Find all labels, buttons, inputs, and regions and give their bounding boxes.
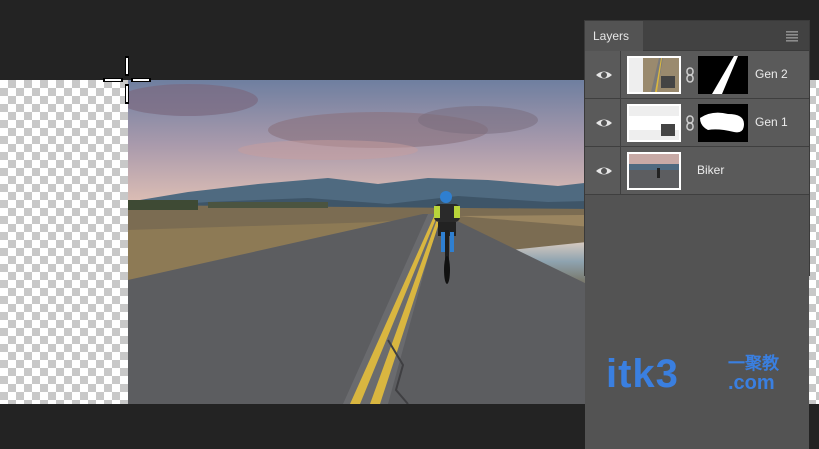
mask-shape bbox=[700, 112, 744, 133]
layer-thumbnail-image bbox=[629, 106, 679, 140]
layer-thumbnail-biker[interactable] bbox=[627, 152, 681, 190]
layer-mask-gen-1[interactable] bbox=[698, 104, 748, 142]
layer-thumbnail-image bbox=[629, 58, 679, 92]
link-chain-icon[interactable] bbox=[685, 115, 695, 131]
layer-name[interactable]: Gen 2 bbox=[755, 67, 788, 81]
layer-thumbnail-gen-2[interactable] bbox=[627, 56, 681, 94]
layer-mask-gen-2[interactable] bbox=[698, 56, 748, 94]
layer-name[interactable]: Gen 1 bbox=[755, 115, 788, 129]
layer-row-biker[interactable]: Biker bbox=[585, 147, 809, 195]
mask-shape bbox=[712, 56, 738, 94]
eye-icon[interactable] bbox=[595, 66, 613, 84]
link-chain-icon[interactable] bbox=[685, 67, 695, 83]
layers-panel: Layers Gen 2 Gen 1 Biker bbox=[584, 20, 810, 449]
layers-panel-empty-area bbox=[585, 195, 809, 449]
layer-row-gen-1[interactable]: Gen 1 bbox=[585, 99, 809, 147]
layers-panel-header: Layers bbox=[585, 21, 809, 51]
layer-row-gen-2[interactable]: Gen 2 bbox=[585, 51, 809, 99]
layer-name[interactable]: Biker bbox=[697, 163, 724, 177]
watermark-cn-text: 一聚教 bbox=[728, 354, 779, 373]
watermark-text: itk3 bbox=[606, 352, 679, 396]
layer-thumbnail-gen-1[interactable] bbox=[627, 104, 681, 142]
eye-icon[interactable] bbox=[595, 162, 613, 180]
watermark: itk3 一聚教 .com bbox=[606, 352, 806, 396]
layer-thumbnail-image bbox=[629, 154, 679, 188]
eye-icon[interactable] bbox=[595, 114, 613, 132]
tab-layers[interactable]: Layers bbox=[585, 21, 643, 51]
hamburger-icon[interactable] bbox=[785, 29, 799, 43]
watermark-com-text: .com bbox=[728, 372, 775, 394]
